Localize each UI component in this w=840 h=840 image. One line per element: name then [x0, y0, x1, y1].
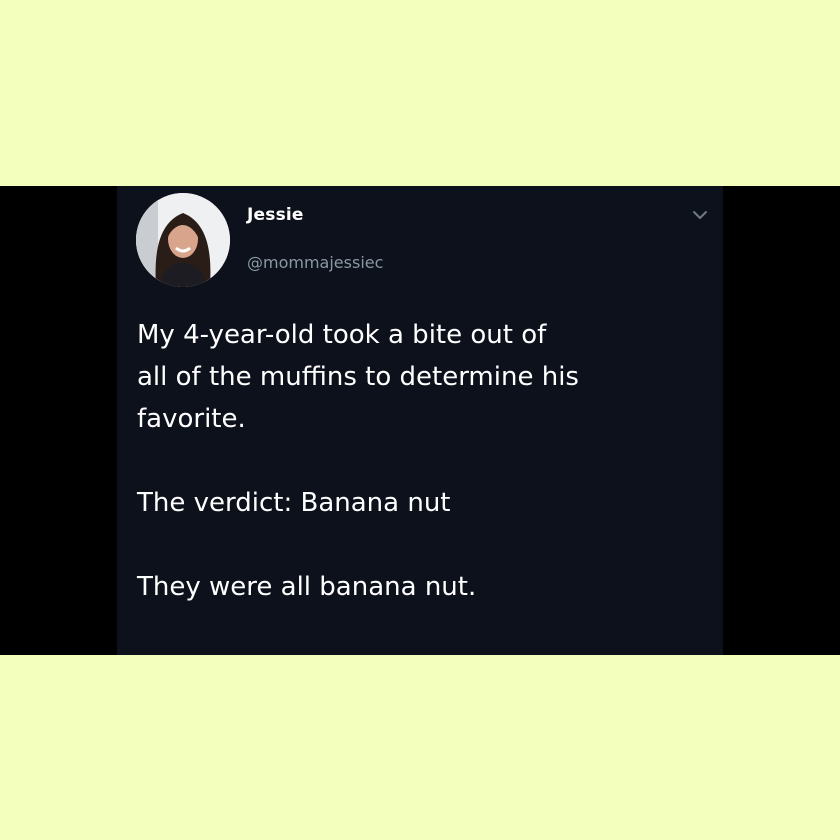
tweet-card: Jessie @mommajessiec My 4-year-old took …	[117, 186, 723, 655]
user-handle[interactable]: @mommajessiec	[247, 253, 383, 272]
bottom-frame-band	[0, 655, 840, 840]
profile-photo-icon	[136, 193, 230, 287]
display-name[interactable]: Jessie	[247, 205, 304, 225]
avatar[interactable]	[136, 193, 230, 287]
tweet-paragraph: The verdict: Banana nut	[137, 488, 451, 518]
tweet-text: My 4-year-old took a bite out of all of …	[137, 314, 707, 608]
tweet-paragraph: My 4-year-old took a bite out of all of …	[137, 320, 579, 434]
chevron-down-icon[interactable]	[690, 205, 710, 225]
top-frame-band	[0, 0, 840, 186]
tweet-paragraph: They were all banana nut.	[137, 572, 477, 602]
